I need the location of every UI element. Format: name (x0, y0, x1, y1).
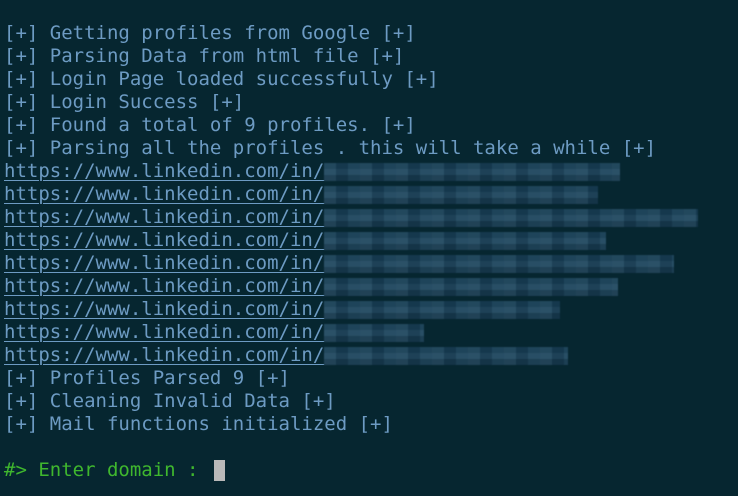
log-line: [+] Parsing all the profiles . this will… (4, 137, 657, 159)
status-line: [+] Cleaning Invalid Data [+] (4, 390, 336, 412)
profile-url-row: https://www.linkedin.com/in/ (4, 344, 734, 367)
profile-url-row: https://www.linkedin.com/in/ (4, 275, 734, 298)
status-line: [+] Mail functions initialized [+] (4, 413, 393, 435)
redacted-profile-id (324, 162, 621, 181)
profile-url-row: https://www.linkedin.com/in/ (4, 229, 734, 252)
prompt-label: #> Enter domain : (4, 459, 210, 481)
log-line: [+] Login Success [+] (4, 91, 245, 113)
profile-url-row: https://www.linkedin.com/in/ (4, 321, 734, 344)
profile-url-link[interactable]: https://www.linkedin.com/in/ (4, 275, 324, 298)
profile-url-link[interactable]: https://www.linkedin.com/in/ (4, 229, 324, 252)
profile-url-link[interactable]: https://www.linkedin.com/in/ (4, 160, 324, 183)
redacted-profile-id (324, 208, 699, 227)
profile-url-link[interactable]: https://www.linkedin.com/in/ (4, 344, 324, 367)
redacted-profile-id (324, 277, 619, 296)
profile-url-link[interactable]: https://www.linkedin.com/in/ (4, 321, 324, 344)
profile-url-link[interactable]: https://www.linkedin.com/in/ (4, 252, 324, 275)
profile-url-row: https://www.linkedin.com/in/ (4, 252, 734, 275)
log-line: [+] Getting profiles from Google [+] (4, 22, 416, 44)
status-line: [+] Profiles Parsed 9 [+] (4, 367, 290, 389)
log-line: [+] Login Page loaded successfully [+] (4, 68, 439, 90)
terminal-output: [+] Getting profiles from Google [+] [+]… (4, 22, 734, 436)
profile-url-link[interactable]: https://www.linkedin.com/in/ (4, 206, 324, 229)
text-cursor (213, 460, 225, 481)
redacted-profile-id (324, 185, 599, 204)
input-prompt[interactable]: #> Enter domain : (4, 459, 225, 482)
redacted-profile-id (324, 300, 561, 319)
redacted-profile-id (324, 323, 425, 342)
redacted-profile-id (324, 346, 569, 365)
redacted-profile-id (324, 231, 607, 250)
log-line: [+] Parsing Data from html file [+] (4, 45, 405, 67)
profile-url-row: https://www.linkedin.com/in/ (4, 160, 734, 183)
profile-url-row: https://www.linkedin.com/in/ (4, 298, 734, 321)
profile-url-row: https://www.linkedin.com/in/ (4, 206, 734, 229)
profile-url-row: https://www.linkedin.com/in/ (4, 183, 734, 206)
redacted-profile-id (324, 254, 675, 273)
profile-url-link[interactable]: https://www.linkedin.com/in/ (4, 298, 324, 321)
profile-url-link[interactable]: https://www.linkedin.com/in/ (4, 183, 324, 206)
log-line: [+] Found a total of 9 profiles. [+] (4, 114, 416, 136)
